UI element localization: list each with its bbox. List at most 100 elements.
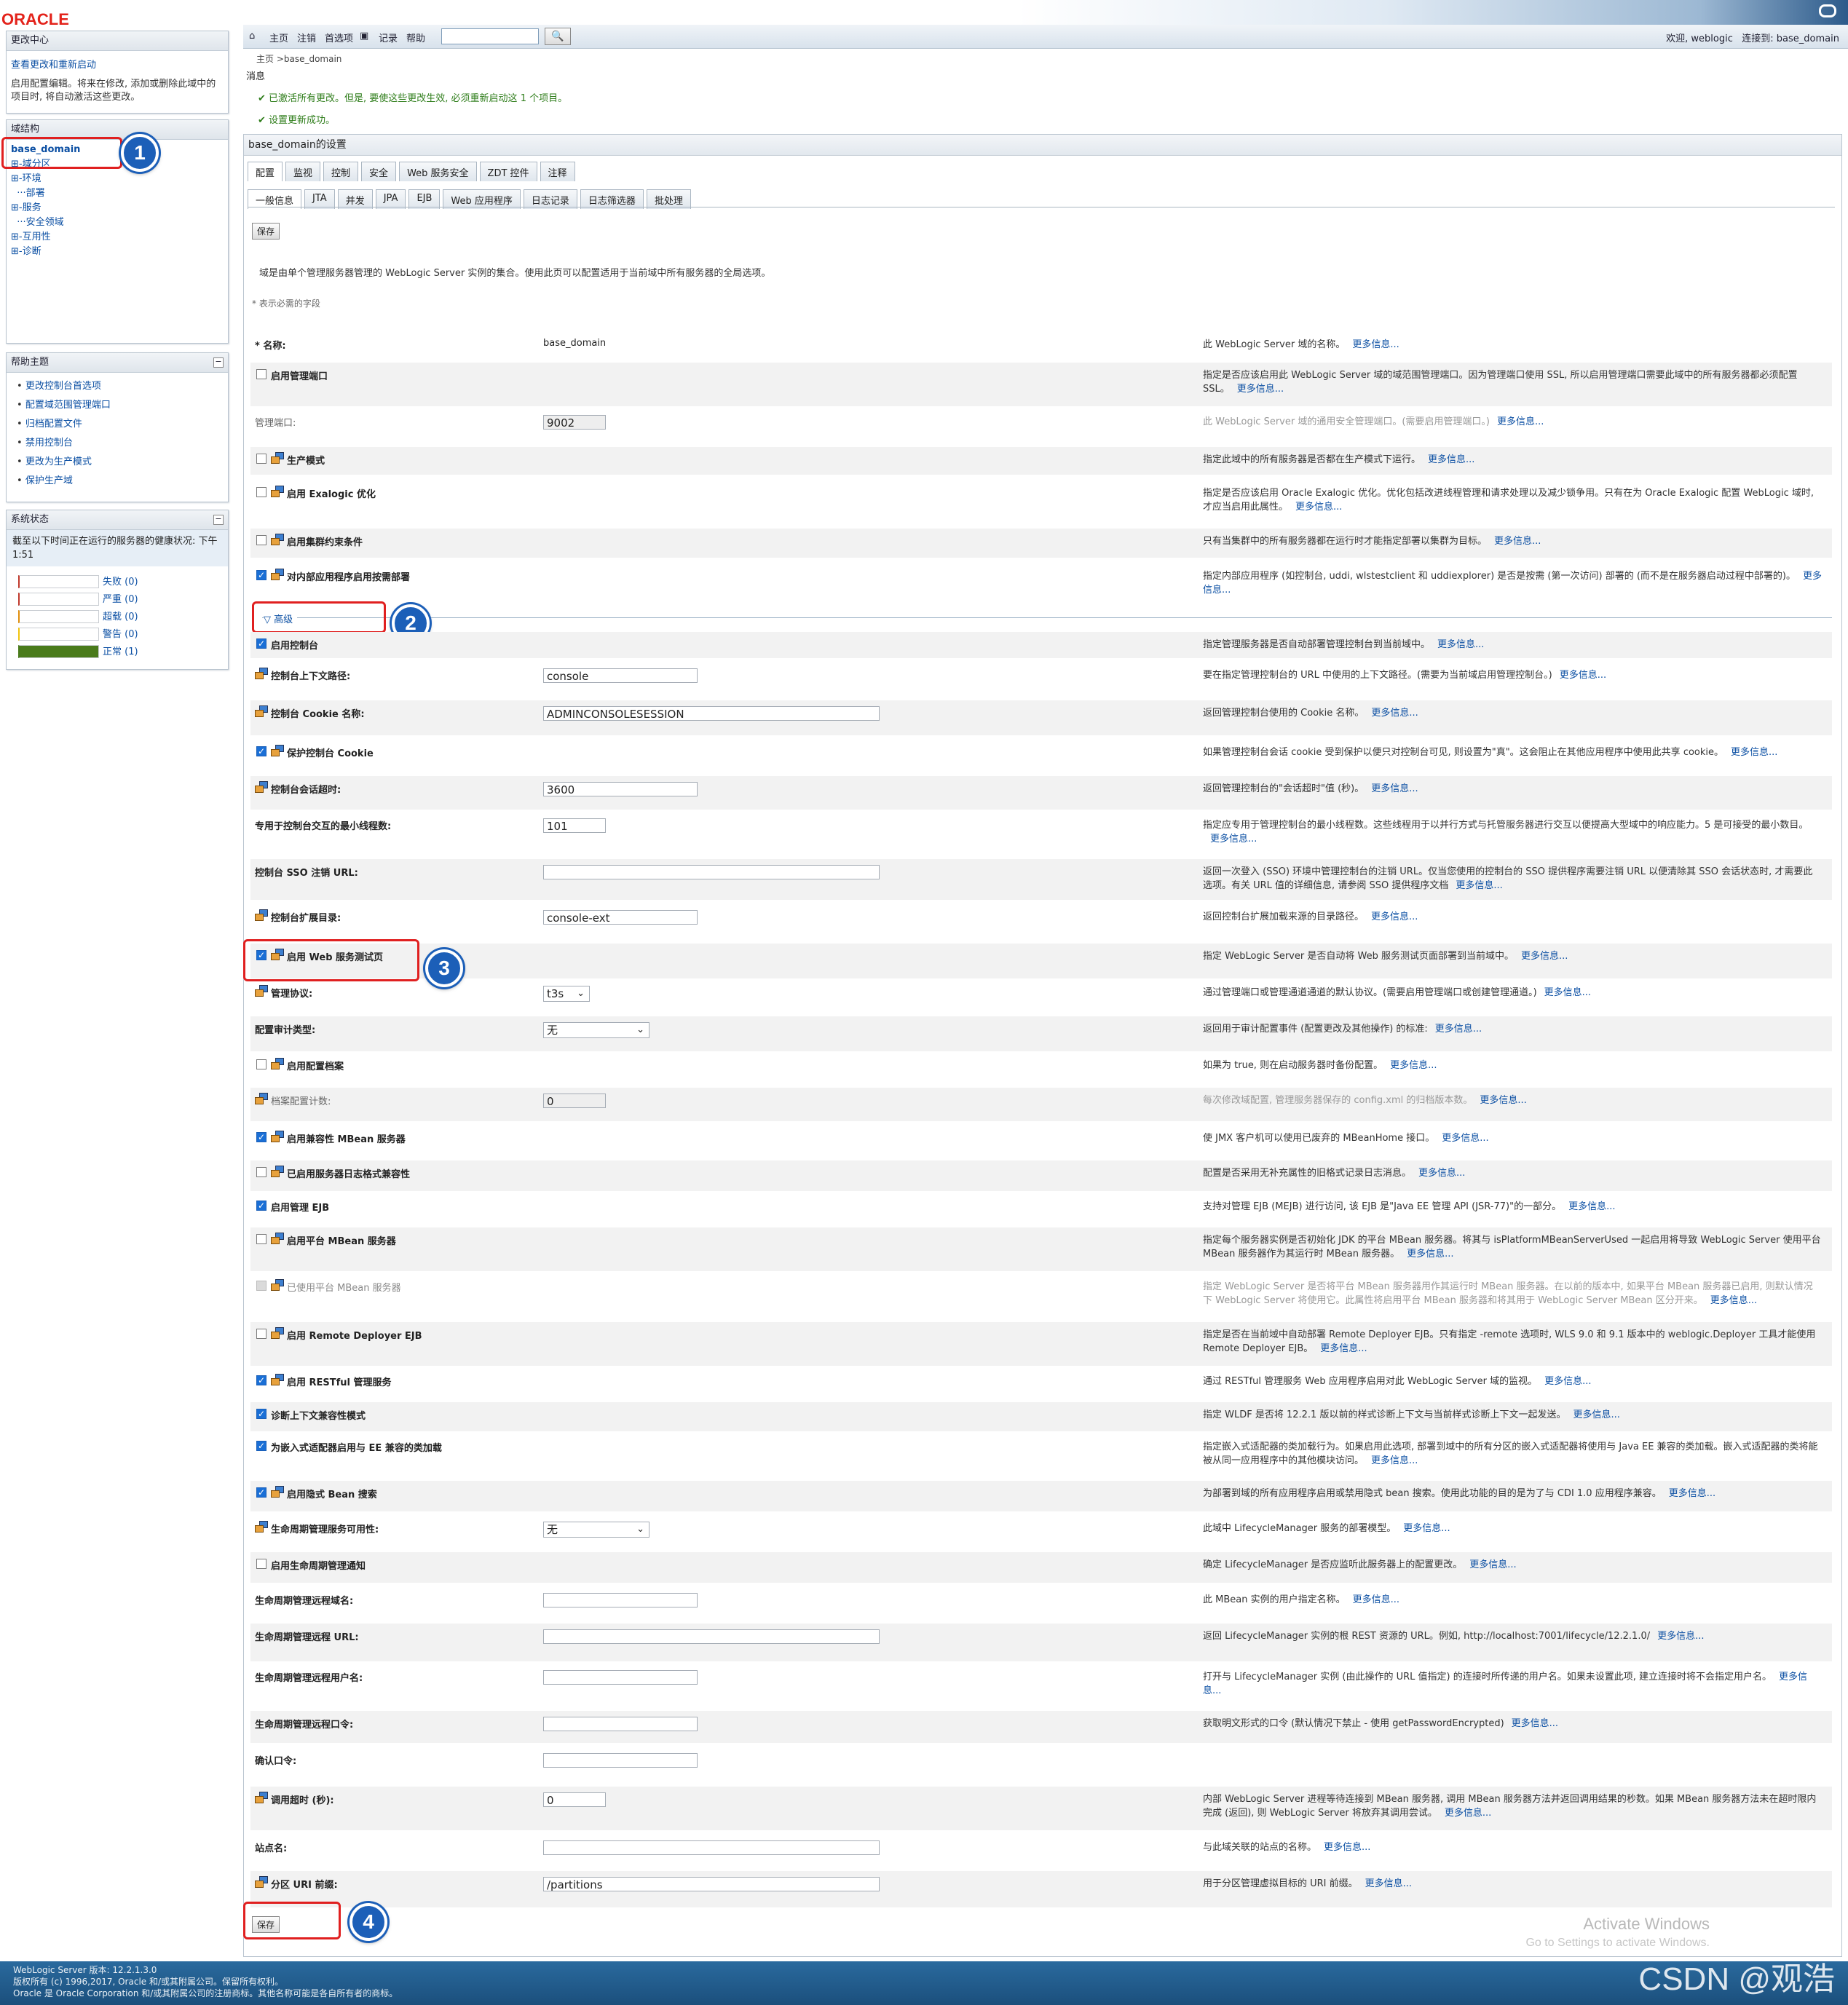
setting-checkbox[interactable] bbox=[256, 1059, 266, 1069]
health-label[interactable]: 警告 (0) bbox=[103, 626, 138, 640]
subtab-0[interactable]: 一般信息 bbox=[248, 189, 302, 209]
setting-checkbox[interactable] bbox=[256, 1167, 266, 1177]
more-info-link[interactable]: 更多信息... bbox=[1494, 536, 1541, 547]
home-icon[interactable]: ⌂ bbox=[249, 31, 255, 41]
tab-0[interactable]: 配置 bbox=[248, 162, 283, 181]
subtab-3[interactable]: JPA bbox=[375, 189, 406, 209]
setting-input[interactable]: console bbox=[543, 668, 698, 683]
health-label[interactable]: 严重 (0) bbox=[103, 591, 138, 605]
subtab-4[interactable]: EJB bbox=[408, 189, 441, 209]
setting-checkbox[interactable]: ✓ bbox=[256, 1487, 266, 1498]
more-info-link[interactable]: 更多信息... bbox=[1352, 339, 1399, 350]
more-info-link[interactable]: 更多信息... bbox=[1365, 1878, 1412, 1889]
more-info-link[interactable]: 更多信息... bbox=[1437, 639, 1484, 650]
setting-checkbox[interactable] bbox=[256, 1234, 266, 1244]
tab-6[interactable]: 注释 bbox=[540, 162, 575, 181]
setting-checkbox[interactable] bbox=[256, 487, 266, 497]
tree-item-deployments[interactable]: ···部署 bbox=[11, 186, 224, 201]
setting-checkbox[interactable]: ✓ bbox=[256, 746, 266, 756]
logout-link[interactable]: 注销 bbox=[297, 31, 316, 44]
help-link[interactable]: 更改控制台首选项 bbox=[17, 377, 218, 396]
setting-checkbox[interactable]: ✓ bbox=[256, 638, 266, 649]
more-info-link[interactable]: 更多信息... bbox=[1371, 911, 1418, 922]
collapse-icon[interactable]: − bbox=[213, 357, 224, 368]
more-info-link[interactable]: 更多信息... bbox=[1456, 880, 1502, 891]
subtab-8[interactable]: 批处理 bbox=[646, 189, 691, 209]
more-info-link[interactable]: 更多信息... bbox=[1418, 1168, 1465, 1179]
more-info-link[interactable]: 更多信息... bbox=[1657, 1631, 1704, 1642]
more-info-link[interactable]: 更多信息... bbox=[1731, 747, 1777, 758]
tree-item-environment[interactable]: ⊞-环境 bbox=[11, 172, 224, 186]
setting-checkbox[interactable] bbox=[256, 1559, 266, 1569]
setting-input[interactable]: /partitions bbox=[543, 1877, 880, 1891]
help-link[interactable]: 更改为生产模式 bbox=[17, 453, 218, 472]
record-icon[interactable]: ▣ bbox=[360, 31, 368, 41]
search-input[interactable] bbox=[441, 28, 539, 44]
subtab-6[interactable]: 日志记录 bbox=[523, 189, 577, 209]
setting-input[interactable] bbox=[543, 1670, 698, 1685]
tab-4[interactable]: Web 服务安全 bbox=[399, 162, 477, 181]
more-info-link[interactable]: 更多信息... bbox=[1544, 987, 1591, 998]
more-info-link[interactable]: 更多信息... bbox=[1353, 1594, 1399, 1605]
more-info-link[interactable]: 更多信息... bbox=[1320, 1343, 1367, 1354]
setting-input[interactable] bbox=[543, 1840, 880, 1855]
setting-input[interactable]: 101 bbox=[543, 818, 606, 833]
tree-item-interoperability[interactable]: ⊞-互用性 bbox=[11, 230, 224, 245]
setting-checkbox[interactable] bbox=[256, 369, 266, 379]
more-info-link[interactable]: 更多信息... bbox=[1669, 1488, 1715, 1499]
tree-item-diagnostics[interactable]: ⊞-诊断 bbox=[11, 245, 224, 259]
help-link[interactable]: 配置域范围管理端口 bbox=[17, 396, 218, 415]
more-info-link[interactable]: 更多信息... bbox=[1521, 951, 1568, 962]
setting-input[interactable]: 3600 bbox=[543, 782, 698, 796]
preferences-link[interactable]: 首选项 bbox=[325, 31, 353, 44]
setting-input[interactable]: 0 bbox=[543, 1094, 606, 1108]
search-icon[interactable]: 🔍 bbox=[545, 28, 571, 45]
setting-input[interactable]: ADMINCONSOLESESSION bbox=[543, 706, 880, 721]
more-info-link[interactable]: 更多信息... bbox=[1442, 1133, 1488, 1144]
more-info-link[interactable]: 更多信息... bbox=[1710, 1295, 1757, 1306]
more-info-link[interactable]: 更多信息... bbox=[1371, 1455, 1418, 1466]
setting-checkbox[interactable]: ✓ bbox=[256, 1132, 266, 1142]
tab-1[interactable]: 监视 bbox=[285, 162, 321, 181]
more-info-link[interactable]: 更多信息... bbox=[1544, 1376, 1591, 1387]
home-link[interactable]: 主页 bbox=[269, 31, 288, 44]
health-label[interactable]: 超载 (0) bbox=[103, 609, 138, 622]
tab-2[interactable]: 控制 bbox=[323, 162, 359, 181]
more-info-link[interactable]: 更多信息... bbox=[1568, 1201, 1615, 1212]
setting-checkbox[interactable]: ✓ bbox=[256, 1441, 266, 1451]
setting-input[interactable] bbox=[543, 865, 880, 879]
more-info-link[interactable]: 更多信息... bbox=[1210, 834, 1257, 845]
setting-input[interactable] bbox=[543, 1717, 698, 1731]
breadcrumb[interactable]: 主页 >base_domain bbox=[256, 52, 341, 65]
record-link[interactable]: 记录 bbox=[379, 31, 398, 44]
more-info-link[interactable]: 更多信息... bbox=[1560, 670, 1606, 681]
more-info-link[interactable]: 更多信息... bbox=[1390, 1060, 1437, 1071]
more-info-link[interactable]: 更多信息... bbox=[1403, 1523, 1450, 1534]
tree-item-services[interactable]: ⊞-服务 bbox=[11, 201, 224, 215]
help-link-top[interactable]: 帮助 bbox=[406, 31, 425, 44]
tree-item-security-realms[interactable]: ···安全领域 bbox=[11, 215, 224, 230]
help-link[interactable]: 禁用控制台 bbox=[17, 434, 218, 453]
subtab-2[interactable]: 并发 bbox=[337, 189, 373, 209]
setting-select[interactable]: 无 ⌄ bbox=[543, 1522, 649, 1538]
health-label[interactable]: 正常 (1) bbox=[103, 644, 138, 657]
more-info-link[interactable]: 更多信息... bbox=[1428, 454, 1474, 465]
collapse-icon[interactable]: − bbox=[213, 515, 224, 525]
more-info-link[interactable]: 更多信息... bbox=[1497, 416, 1544, 427]
setting-checkbox[interactable]: ✓ bbox=[256, 1409, 266, 1419]
setting-input[interactable]: 0 bbox=[543, 1792, 606, 1807]
setting-select[interactable]: 无 ⌄ bbox=[543, 1022, 649, 1038]
health-label[interactable]: 失败 (0) bbox=[103, 574, 138, 588]
setting-checkbox[interactable]: ✓ bbox=[256, 570, 266, 580]
setting-checkbox[interactable]: ✓ bbox=[256, 1375, 266, 1385]
setting-input[interactable]: 9002 bbox=[543, 415, 606, 430]
more-info-link[interactable]: 更多信息... bbox=[1237, 384, 1284, 395]
more-info-link[interactable]: 更多信息... bbox=[1573, 1409, 1619, 1420]
setting-checkbox[interactable] bbox=[256, 535, 266, 545]
setting-checkbox[interactable] bbox=[256, 454, 266, 464]
more-info-link[interactable]: 更多信息... bbox=[1324, 1842, 1370, 1853]
more-info-link[interactable]: 更多信息... bbox=[1512, 1718, 1558, 1729]
help-link[interactable]: 保护生产域 bbox=[17, 472, 218, 491]
setting-input[interactable] bbox=[543, 1629, 880, 1644]
more-info-link[interactable]: 更多信息... bbox=[1295, 502, 1342, 513]
